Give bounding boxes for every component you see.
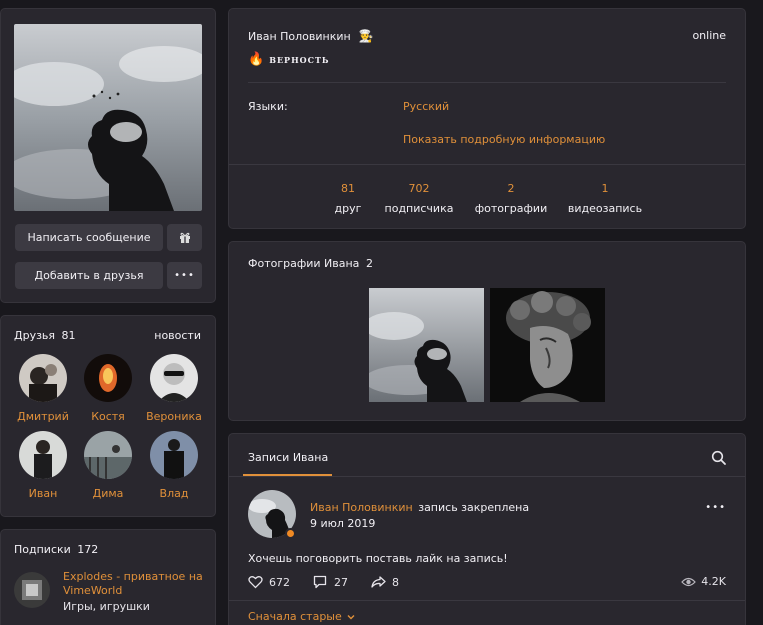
write-message-button[interactable]: Написать сообщение bbox=[15, 224, 163, 251]
photos-count: 2 bbox=[365, 257, 373, 270]
stat-label: подписчика bbox=[384, 202, 454, 215]
subscription-category: Игры, игрушки bbox=[63, 600, 150, 613]
sort-dropdown[interactable]: Сначала старые bbox=[248, 610, 356, 623]
photos-card: Фотографии Ивана 2 bbox=[228, 241, 746, 421]
photo-thumb-2[interactable] bbox=[490, 288, 605, 402]
friends-header[interactable]: Друзья 81 bbox=[14, 329, 76, 342]
post-author-link[interactable]: Иван Половинкин bbox=[310, 501, 413, 514]
friend-name: Вероника bbox=[146, 410, 202, 423]
eye-icon bbox=[681, 577, 697, 586]
search-icon bbox=[711, 450, 726, 465]
online-indicator bbox=[285, 528, 296, 539]
avatar bbox=[84, 354, 132, 402]
comment-button[interactable]: 27 bbox=[313, 575, 348, 589]
profile-name: Иван Половинкин 👨‍🍳 bbox=[248, 29, 374, 43]
sort-label: Сначала старые bbox=[248, 610, 342, 623]
avatar bbox=[150, 431, 198, 479]
photos-header[interactable]: Фотографии Ивана 2 bbox=[248, 257, 373, 270]
stat-label: фотографии bbox=[474, 202, 548, 215]
views-counter: 4.2K bbox=[681, 575, 726, 588]
name-text: Иван Половинкин bbox=[248, 29, 351, 43]
info-divider bbox=[248, 82, 726, 83]
more-actions-button[interactable]: ••• bbox=[167, 262, 202, 289]
subscription-item[interactable]: Explodes - приватное на VimeWorld Игры, … bbox=[14, 570, 209, 620]
emoji-icon: 👨‍🍳 bbox=[358, 29, 374, 43]
friends-title: Друзья bbox=[14, 329, 56, 342]
avatar bbox=[19, 354, 67, 402]
comment-icon bbox=[313, 575, 327, 589]
like-button[interactable]: 672 bbox=[248, 575, 290, 589]
stats-divider bbox=[229, 164, 745, 165]
post-menu-button[interactable]: ••• bbox=[705, 502, 726, 513]
slogan-text: ВЕРНОСТЬ bbox=[269, 54, 330, 65]
shares-count: 8 bbox=[392, 575, 399, 589]
search-button[interactable] bbox=[711, 450, 727, 466]
stat-label: друг bbox=[334, 202, 362, 215]
share-button[interactable]: 8 bbox=[371, 575, 399, 589]
subscriptions-header[interactable]: Подписки 172 bbox=[14, 543, 98, 556]
friend-name: Дмитрий bbox=[17, 410, 69, 423]
photo-thumb-1[interactable] bbox=[369, 288, 484, 402]
post-item: Иван Половинкин запись закреплена 9 июл … bbox=[229, 476, 745, 606]
stat-number: 81 bbox=[341, 182, 355, 195]
post-date[interactable]: 9 июл 2019 bbox=[310, 517, 375, 530]
friend-name: Влад bbox=[159, 487, 189, 500]
views-count: 4.2K bbox=[701, 575, 726, 588]
online-status: online bbox=[692, 29, 726, 42]
avatar bbox=[150, 354, 198, 402]
stat-label: видеозапись bbox=[567, 202, 643, 215]
comments-count: 27 bbox=[334, 575, 348, 589]
subscriptions-card: Подписки 172 Explodes - приватное на Vim… bbox=[0, 529, 216, 625]
avatar bbox=[14, 572, 50, 608]
friend-name: Костя bbox=[91, 410, 125, 423]
stat-photos[interactable]: 2 фотографии bbox=[471, 182, 551, 215]
gift-icon bbox=[179, 232, 190, 243]
fire-icon: 🔥 bbox=[248, 52, 265, 67]
chevron-down-icon bbox=[347, 614, 355, 619]
subscription-name[interactable]: Explodes - приватное на VimeWorld bbox=[63, 570, 208, 598]
more-info-link[interactable]: Показать подробную информацию bbox=[403, 133, 605, 146]
friends-card: Друзья 81 новости Дмитрий Костя Вероника… bbox=[0, 315, 216, 517]
friends-count: 81 bbox=[61, 329, 76, 342]
more-icon: ••• bbox=[705, 502, 726, 513]
friend-name: Иван bbox=[28, 487, 58, 500]
post-text: Хочешь поговорить поставь лайк на запись… bbox=[248, 552, 508, 565]
stat-friends[interactable]: 81 друг bbox=[308, 182, 388, 215]
post-divider bbox=[229, 600, 745, 601]
photos-title: Фотографии Ивана bbox=[248, 257, 360, 270]
posts-card: Записи Ивана Иван Половинкин запись закр… bbox=[228, 433, 746, 625]
news-link[interactable]: новости bbox=[154, 329, 201, 342]
stat-videos[interactable]: 1 видеозапись bbox=[565, 182, 645, 215]
profile-photo[interactable] bbox=[14, 24, 202, 211]
heart-icon bbox=[248, 576, 263, 589]
profile-card: Написать сообщение Добавить в друзья ••• bbox=[0, 8, 216, 303]
languages-label: Языки: bbox=[248, 100, 288, 113]
gift-button[interactable] bbox=[167, 224, 202, 251]
subscriptions-title: Подписки bbox=[14, 543, 71, 556]
subscriptions-count: 172 bbox=[77, 543, 99, 556]
stat-number: 702 bbox=[408, 182, 430, 195]
pinned-text: запись закреплена bbox=[418, 501, 530, 514]
likes-count: 672 bbox=[269, 575, 290, 589]
avatar bbox=[84, 431, 132, 479]
avatar bbox=[19, 431, 67, 479]
tab-posts[interactable]: Записи Ивана bbox=[248, 451, 328, 464]
stat-followers[interactable]: 702 подписчика bbox=[379, 182, 459, 215]
share-icon bbox=[371, 576, 386, 588]
add-friend-button[interactable]: Добавить в друзья bbox=[15, 262, 163, 289]
stat-number: 1 bbox=[601, 182, 609, 195]
info-card: Иван Половинкин 👨‍🍳 online 🔥 ВЕРНОСТЬ Яз… bbox=[228, 8, 746, 229]
languages-value[interactable]: Русский bbox=[403, 100, 449, 113]
post-header: Иван Половинкин запись закреплена bbox=[310, 501, 529, 514]
stat-number: 2 bbox=[507, 182, 515, 195]
status-line[interactable]: 🔥 ВЕРНОСТЬ bbox=[248, 52, 330, 67]
friend-name: Дима bbox=[92, 487, 124, 500]
